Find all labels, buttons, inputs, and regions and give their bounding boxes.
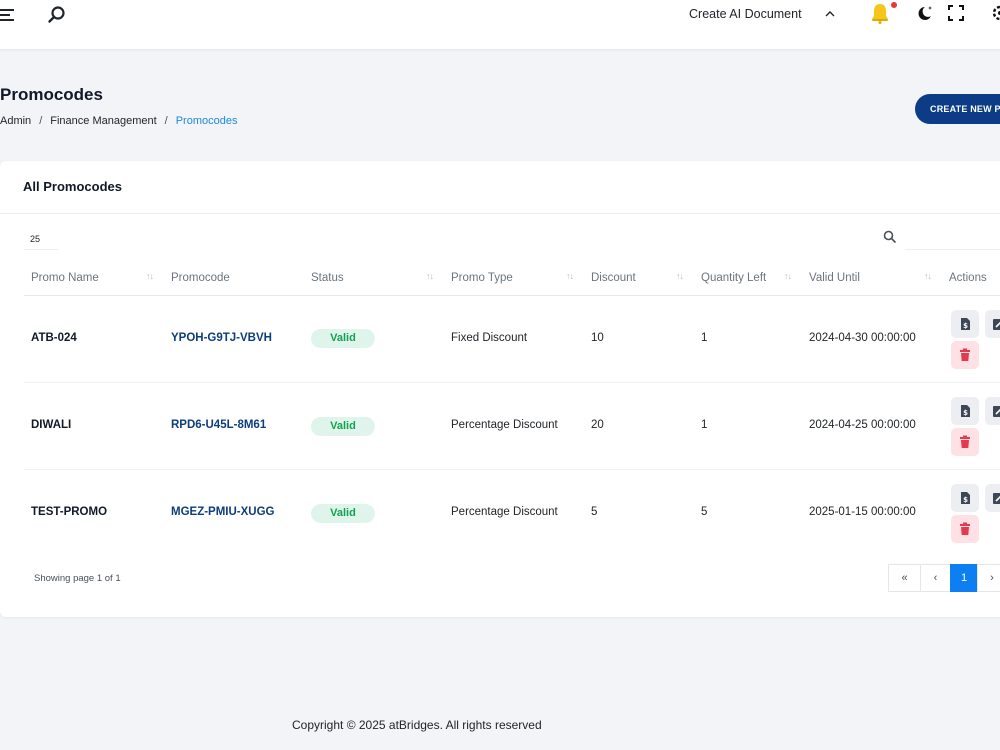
breadcrumb-finance-management[interactable]: Finance Management	[50, 115, 156, 127]
sort-icon[interactable]: ↑↓	[426, 271, 434, 281]
first-page-button[interactable]: «	[888, 564, 921, 592]
bell-icon[interactable]	[869, 2, 891, 24]
delete-button[interactable]	[951, 341, 979, 369]
breadcrumb: Admin / Finance Management / Promocodes	[0, 115, 238, 127]
menu-icon[interactable]	[0, 7, 16, 23]
promocodes-card: All Promocodes 25 Promo Name ↑↓ Promocod…	[0, 161, 1000, 617]
row-divider	[24, 469, 1000, 470]
table-search-input[interactable]	[905, 249, 1000, 250]
promocode: MGEZ-PMIU-XUGG	[171, 506, 275, 518]
edit-button[interactable]	[985, 397, 1000, 425]
col-header-quantity-left[interactable]: Quantity Left	[701, 272, 766, 284]
next-page-button[interactable]: ›	[977, 564, 1000, 592]
breadcrumb-promocodes: Promocodes	[175, 115, 238, 127]
invoice-icon: $	[961, 405, 970, 417]
col-header-promo-name[interactable]: Promo Name	[31, 272, 99, 284]
page-size-select[interactable]: 25	[24, 230, 58, 250]
delete-button[interactable]	[951, 428, 979, 456]
moon-icon[interactable]	[916, 4, 934, 22]
breadcrumb-admin[interactable]: Admin	[0, 115, 31, 127]
svg-text:$: $	[963, 409, 968, 417]
promo-type: Percentage Discount	[451, 419, 558, 431]
quantity-left: 5	[701, 506, 708, 518]
sort-icon[interactable]: ↑↓	[146, 271, 154, 281]
card-divider	[0, 213, 1000, 214]
valid-until: 2024-04-25 00:00:00	[809, 419, 916, 431]
trash-icon	[960, 435, 970, 448]
sort-icon[interactable]: ↑↓	[676, 271, 684, 281]
promo-name: DIWALI	[31, 419, 72, 431]
status-badge: Valid	[311, 329, 375, 348]
table-header-divider	[24, 295, 1000, 296]
edit-icon	[993, 319, 1000, 330]
delete-button[interactable]	[951, 515, 979, 543]
view-invoice-button[interactable]: $	[951, 310, 979, 338]
card-title: All Promocodes	[23, 179, 122, 194]
top-bar: Create AI Document	[0, 0, 1000, 50]
sort-icon[interactable]: ↑↓	[566, 271, 574, 281]
showing-page-text: Showing page 1 of 1	[34, 573, 121, 584]
svg-text:$: $	[963, 322, 968, 330]
status-badge: Valid	[311, 504, 375, 523]
promocode: RPD6-U45L-8M61	[171, 419, 267, 431]
col-header-promo-type[interactable]: Promo Type	[451, 272, 513, 284]
table-search-icon[interactable]	[883, 230, 896, 243]
invoice-icon: $	[961, 318, 970, 330]
page-title: Promocodes	[0, 85, 103, 104]
notification-dot	[891, 2, 897, 8]
col-header-discount[interactable]: Discount	[591, 272, 636, 284]
col-header-valid-until[interactable]: Valid Until	[809, 272, 860, 284]
discount: 10	[591, 332, 604, 344]
status-badge: Valid	[311, 417, 375, 436]
promocode: YPOH-G9TJ-VBVH	[171, 332, 272, 344]
discount: 20	[591, 419, 604, 431]
fullscreen-icon[interactable]	[948, 5, 964, 21]
prev-page-button[interactable]: ‹	[920, 564, 951, 592]
row-divider	[24, 382, 1000, 383]
valid-until: 2024-04-30 00:00:00	[809, 332, 916, 344]
quantity-left: 1	[701, 419, 708, 431]
search-icon[interactable]	[47, 5, 67, 25]
invoice-icon: $	[961, 492, 970, 504]
sort-icon[interactable]: ↑↓	[924, 271, 932, 281]
valid-until: 2025-01-15 00:00:00	[809, 506, 916, 518]
edit-button[interactable]	[985, 484, 1000, 512]
edit-button[interactable]	[985, 310, 1000, 338]
discount: 5	[591, 506, 598, 518]
sort-icon[interactable]: ↑↓	[784, 271, 792, 281]
col-header-promocode[interactable]: Promocode	[171, 272, 230, 284]
page-1-button[interactable]: 1	[950, 564, 978, 592]
quantity-left: 1	[701, 332, 708, 344]
col-header-actions: Actions	[949, 272, 987, 284]
promo-name: ATB-024	[31, 332, 77, 344]
svg-text:$: $	[963, 496, 968, 504]
view-invoice-button[interactable]: $	[951, 484, 979, 512]
edit-icon	[993, 493, 1000, 504]
trash-icon	[960, 522, 970, 535]
create-ai-document-link[interactable]: Create AI Document	[689, 7, 802, 21]
trash-icon	[960, 348, 970, 361]
view-invoice-button[interactable]: $	[951, 397, 979, 425]
promo-type: Percentage Discount	[451, 506, 558, 518]
copyright-text: Copyright © 2025 atBridges. All rights r…	[292, 718, 542, 732]
settings-icon[interactable]	[992, 5, 1000, 21]
col-header-status[interactable]: Status	[311, 272, 344, 284]
promo-type: Fixed Discount	[451, 332, 528, 344]
promo-name: TEST-PROMO	[31, 506, 108, 518]
chevron-up-icon[interactable]	[824, 8, 836, 20]
edit-icon	[993, 406, 1000, 417]
create-new-promocode-button[interactable]: CREATE NEW PROMOCODE	[915, 94, 1000, 124]
